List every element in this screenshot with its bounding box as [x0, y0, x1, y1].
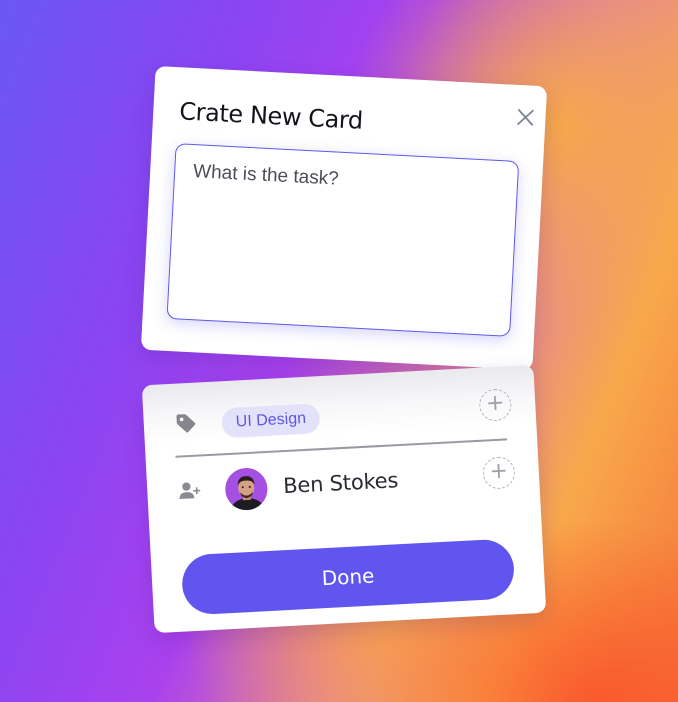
tag-chip-ui-design[interactable]: UI Design [221, 403, 321, 439]
close-icon [517, 109, 534, 126]
add-tag-button[interactable]: + [478, 388, 513, 422]
tags-row: UI Design + [142, 375, 537, 455]
assignee-name: Ben Stokes [282, 468, 399, 499]
done-button[interactable]: Done [180, 538, 516, 616]
tag-icon [176, 414, 196, 433]
add-assignee-button[interactable]: + [482, 456, 516, 490]
avatar-photo [224, 467, 269, 512]
card-options-panel: UI Design + Ben Stokes + Done [141, 364, 547, 634]
task-input[interactable] [166, 143, 520, 337]
avatar[interactable] [224, 467, 269, 512]
plus-icon: + [488, 458, 509, 485]
plus-icon: + [485, 390, 506, 417]
close-button[interactable] [513, 105, 538, 130]
create-card-dialog: Crate New Card [140, 65, 548, 371]
dialog-title: Crate New Card [178, 97, 364, 135]
add-user-icon [179, 482, 201, 499]
